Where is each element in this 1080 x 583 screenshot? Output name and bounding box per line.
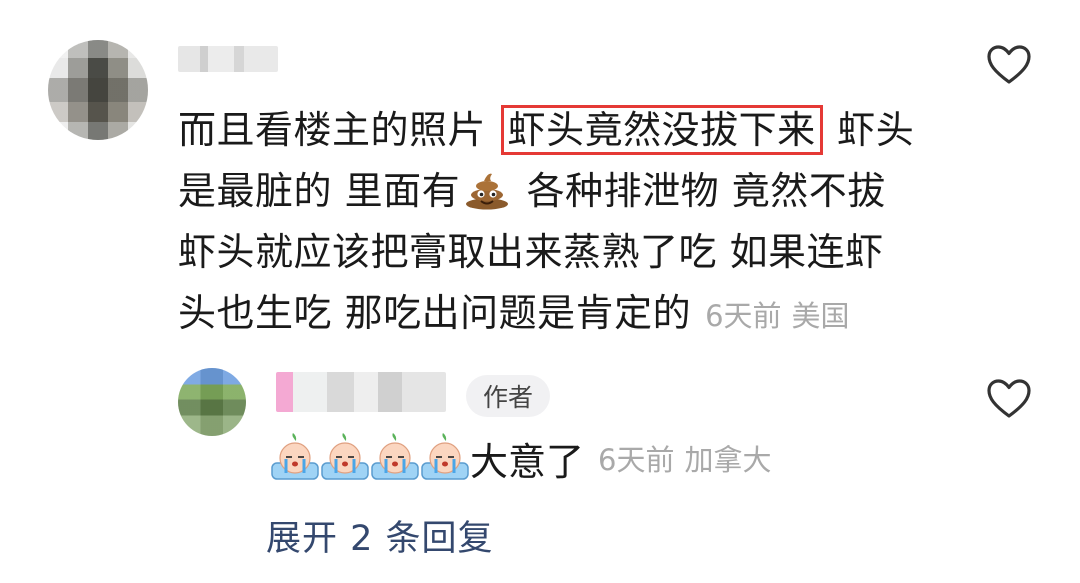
expand-replies-link[interactable]: 展开 2 条回复 xyxy=(266,510,494,561)
commenter-name-blurred[interactable] xyxy=(178,46,278,72)
commenter-avatar[interactable] xyxy=(48,40,148,140)
crying-face-sticker-icon xyxy=(271,433,319,480)
author-badge: 作者 xyxy=(466,375,550,417)
crying-face-sticker-icon xyxy=(421,433,469,480)
comment-location: 美国 xyxy=(791,299,850,333)
poop-emoji-icon xyxy=(466,173,509,210)
comment-body: 而且看楼主的照片 虾头竟然没拔下来 虾头是最脏的 里面有 各种排泄物 竟然不拔虾… xyxy=(178,100,918,347)
comment-time: 6天前 xyxy=(705,299,782,333)
reply-time: 6天前 xyxy=(598,443,675,477)
reply-text: 大意了 xyxy=(470,439,585,484)
highlighted-text: 虾头竟然没拔下来 xyxy=(500,105,823,155)
reply-like-heart-icon[interactable] xyxy=(986,378,1032,420)
comment-text-before: 而且看楼主的照片 xyxy=(178,108,499,152)
crying-face-sticker-icon xyxy=(321,433,369,480)
reply-body: 大意了 6天前 加拿大 xyxy=(270,430,771,486)
reply-author-name-blurred[interactable] xyxy=(276,372,446,412)
reply-location: 加拿大 xyxy=(684,443,772,477)
crying-face-sticker-icon xyxy=(371,433,419,480)
like-heart-icon[interactable] xyxy=(986,44,1032,86)
reply-author-avatar[interactable] xyxy=(178,368,246,436)
